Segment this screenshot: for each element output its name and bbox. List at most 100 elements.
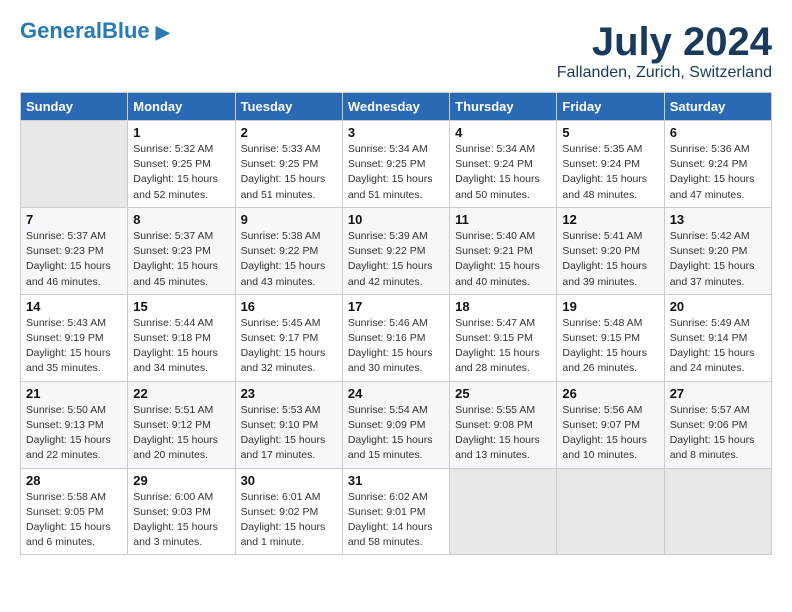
column-header-tuesday: Tuesday <box>235 93 342 121</box>
day-number: 10 <box>348 212 444 227</box>
calendar-cell: 2 Sunrise: 5:33 AM Sunset: 9:25 PM Daylig… <box>235 121 342 208</box>
calendar-cell: 15Sunrise: 5:44 AM Sunset: 9:18 PM Dayli… <box>128 294 235 381</box>
day-info: Sunrise: 5:36 AM Sunset: 9:24 PM Dayligh… <box>670 142 766 203</box>
day-number: 12 <box>562 212 658 227</box>
column-header-sunday: Sunday <box>21 93 128 121</box>
day-info: Sunrise: 5:50 AM Sunset: 9:13 PM Dayligh… <box>26 403 122 464</box>
day-info: Sunrise: 5:57 AM Sunset: 9:06 PM Dayligh… <box>670 403 766 464</box>
calendar-cell: 5 Sunrise: 5:35 AM Sunset: 9:24 PM Daylig… <box>557 121 664 208</box>
day-info: Sunrise: 5:42 AM Sunset: 9:20 PM Dayligh… <box>670 229 766 290</box>
calendar-cell: 30 Sunrise: 6:01 AM Sunset: 9:02 PM Dayli… <box>235 468 342 555</box>
day-info: Sunrise: 5:56 AM Sunset: 9:07 PM Dayligh… <box>562 403 658 464</box>
day-info: Sunrise: 5:35 AM Sunset: 9:24 PM Dayligh… <box>562 142 658 203</box>
day-number: 27 <box>670 386 766 401</box>
calendar-week-3: 14Sunrise: 5:43 AM Sunset: 9:19 PM Dayli… <box>21 294 772 381</box>
logo: GeneralBlue ▶ <box>20 20 170 42</box>
calendar-table: SundayMondayTuesdayWednesdayThursdayFrid… <box>20 92 772 555</box>
day-number: 24 <box>348 386 444 401</box>
calendar-cell: 4Sunrise: 5:34 AM Sunset: 9:24 PM Daylig… <box>450 121 557 208</box>
day-info: Sunrise: 5:33 AM Sunset: 9:25 PM Dayligh… <box>241 142 337 203</box>
logo-text: GeneralBlue ▶ <box>20 20 170 42</box>
day-info: Sunrise: 5:37 AM Sunset: 9:23 PM Dayligh… <box>133 229 229 290</box>
calendar-cell: 31 Sunrise: 6:02 AM Sunset: 9:01 PM Dayli… <box>342 468 449 555</box>
day-number: 13 <box>670 212 766 227</box>
day-info: Sunrise: 5:54 AM Sunset: 9:09 PM Dayligh… <box>348 403 444 464</box>
day-info: Sunrise: 5:38 AM Sunset: 9:22 PM Dayligh… <box>241 229 337 290</box>
day-number: 30 <box>241 473 337 488</box>
day-number: 2 <box>241 125 337 140</box>
calendar-cell: 9 Sunrise: 5:38 AM Sunset: 9:22 PM Daylig… <box>235 207 342 294</box>
day-number: 17 <box>348 299 444 314</box>
calendar-header-row: SundayMondayTuesdayWednesdayThursdayFrid… <box>21 93 772 121</box>
day-number: 1 <box>133 125 229 140</box>
day-info: Sunrise: 5:41 AM Sunset: 9:20 PM Dayligh… <box>562 229 658 290</box>
calendar-cell <box>21 121 128 208</box>
logo-blue: Blue <box>102 18 150 43</box>
day-number: 9 <box>241 212 337 227</box>
day-info: Sunrise: 5:32 AM Sunset: 9:25 PM Dayligh… <box>133 142 229 203</box>
day-info: Sunrise: 5:40 AM Sunset: 9:21 PM Dayligh… <box>455 229 551 290</box>
calendar-cell: 17 Sunrise: 5:46 AM Sunset: 9:16 PM Dayli… <box>342 294 449 381</box>
calendar-cell: 28Sunrise: 5:58 AM Sunset: 9:05 PM Dayli… <box>21 468 128 555</box>
calendar-week-4: 21 Sunrise: 5:50 AM Sunset: 9:13 PM Dayli… <box>21 381 772 468</box>
day-number: 20 <box>670 299 766 314</box>
day-number: 16 <box>241 299 337 314</box>
day-info: Sunrise: 5:46 AM Sunset: 9:16 PM Dayligh… <box>348 316 444 377</box>
calendar-cell: 3 Sunrise: 5:34 AM Sunset: 9:25 PM Daylig… <box>342 121 449 208</box>
calendar-week-1: 1 Sunrise: 5:32 AM Sunset: 9:25 PM Daylig… <box>21 121 772 208</box>
title-block: July 2024 Fallanden, Zurich, Switzerland <box>557 20 772 82</box>
calendar-cell: 19Sunrise: 5:48 AM Sunset: 9:15 PM Dayli… <box>557 294 664 381</box>
day-number: 8 <box>133 212 229 227</box>
calendar-cell: 22 Sunrise: 5:51 AM Sunset: 9:12 PM Dayli… <box>128 381 235 468</box>
day-info: Sunrise: 5:58 AM Sunset: 9:05 PM Dayligh… <box>26 490 122 551</box>
day-number: 11 <box>455 212 551 227</box>
calendar-cell: 21 Sunrise: 5:50 AM Sunset: 9:13 PM Dayli… <box>21 381 128 468</box>
logo-icon: ▶ <box>156 22 170 42</box>
day-number: 22 <box>133 386 229 401</box>
calendar-cell: 16Sunrise: 5:45 AM Sunset: 9:17 PM Dayli… <box>235 294 342 381</box>
day-number: 7 <box>26 212 122 227</box>
calendar-cell: 6 Sunrise: 5:36 AM Sunset: 9:24 PM Daylig… <box>664 121 771 208</box>
day-info: Sunrise: 5:48 AM Sunset: 9:15 PM Dayligh… <box>562 316 658 377</box>
day-number: 25 <box>455 386 551 401</box>
day-info: Sunrise: 5:55 AM Sunset: 9:08 PM Dayligh… <box>455 403 551 464</box>
day-number: 6 <box>670 125 766 140</box>
day-number: 31 <box>348 473 444 488</box>
day-info: Sunrise: 6:01 AM Sunset: 9:02 PM Dayligh… <box>241 490 337 551</box>
day-info: Sunrise: 5:44 AM Sunset: 9:18 PM Dayligh… <box>133 316 229 377</box>
day-info: Sunrise: 5:51 AM Sunset: 9:12 PM Dayligh… <box>133 403 229 464</box>
calendar-cell: 24 Sunrise: 5:54 AM Sunset: 9:09 PM Dayli… <box>342 381 449 468</box>
calendar-cell: 25 Sunrise: 5:55 AM Sunset: 9:08 PM Dayli… <box>450 381 557 468</box>
day-info: Sunrise: 5:49 AM Sunset: 9:14 PM Dayligh… <box>670 316 766 377</box>
day-number: 3 <box>348 125 444 140</box>
calendar-cell: 29Sunrise: 6:00 AM Sunset: 9:03 PM Dayli… <box>128 468 235 555</box>
column-header-saturday: Saturday <box>664 93 771 121</box>
day-number: 18 <box>455 299 551 314</box>
calendar-cell: 11 Sunrise: 5:40 AM Sunset: 9:21 PM Dayli… <box>450 207 557 294</box>
day-number: 21 <box>26 386 122 401</box>
day-info: Sunrise: 5:53 AM Sunset: 9:10 PM Dayligh… <box>241 403 337 464</box>
day-number: 23 <box>241 386 337 401</box>
calendar-cell: 14Sunrise: 5:43 AM Sunset: 9:19 PM Dayli… <box>21 294 128 381</box>
column-header-wednesday: Wednesday <box>342 93 449 121</box>
calendar-cell: 18 Sunrise: 5:47 AM Sunset: 9:15 PM Dayli… <box>450 294 557 381</box>
calendar-week-2: 7 Sunrise: 5:37 AM Sunset: 9:23 PM Daylig… <box>21 207 772 294</box>
calendar-cell: 8 Sunrise: 5:37 AM Sunset: 9:23 PM Daylig… <box>128 207 235 294</box>
column-header-thursday: Thursday <box>450 93 557 121</box>
sub-title: Fallanden, Zurich, Switzerland <box>557 64 772 82</box>
day-info: Sunrise: 5:34 AM Sunset: 9:25 PM Dayligh… <box>348 142 444 203</box>
calendar-cell: 7Sunrise: 5:37 AM Sunset: 9:23 PM Daylig… <box>21 207 128 294</box>
calendar-cell: 10 Sunrise: 5:39 AM Sunset: 9:22 PM Dayli… <box>342 207 449 294</box>
day-number: 5 <box>562 125 658 140</box>
day-info: Sunrise: 6:00 AM Sunset: 9:03 PM Dayligh… <box>133 490 229 551</box>
day-info: Sunrise: 5:39 AM Sunset: 9:22 PM Dayligh… <box>348 229 444 290</box>
day-info: Sunrise: 6:02 AM Sunset: 9:01 PM Dayligh… <box>348 490 444 551</box>
page-header: GeneralBlue ▶ July 2024 Fallanden, Zuric… <box>20 20 772 82</box>
day-info: Sunrise: 5:43 AM Sunset: 9:19 PM Dayligh… <box>26 316 122 377</box>
calendar-cell: 20 Sunrise: 5:49 AM Sunset: 9:14 PM Dayli… <box>664 294 771 381</box>
calendar-cell <box>664 468 771 555</box>
calendar-cell: 23 Sunrise: 5:53 AM Sunset: 9:10 PM Dayli… <box>235 381 342 468</box>
day-info: Sunrise: 5:47 AM Sunset: 9:15 PM Dayligh… <box>455 316 551 377</box>
calendar-cell <box>557 468 664 555</box>
column-header-friday: Friday <box>557 93 664 121</box>
